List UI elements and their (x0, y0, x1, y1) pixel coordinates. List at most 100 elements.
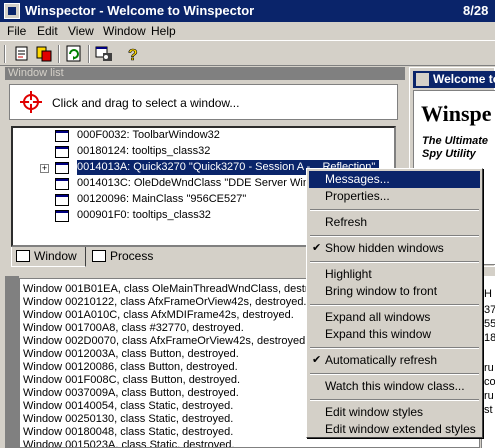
menu-item-refresh[interactable]: Refresh (309, 214, 480, 231)
window-finder-drag-area[interactable]: Click and drag to select a window... (9, 84, 398, 120)
log-entry[interactable]: Window 0015023A, class Static, destroyed… (23, 439, 235, 447)
process-tab-icon (92, 250, 106, 262)
menu-window[interactable]: Window (103, 24, 146, 38)
welcome-window-icon (416, 73, 429, 86)
log-entry[interactable]: Window 001B01EA, class OleMainThreadWndC… (23, 283, 335, 295)
window-finder-button[interactable] (12, 44, 32, 64)
crosshair-icon[interactable] (20, 91, 42, 113)
refresh-button[interactable] (64, 44, 84, 64)
copy-icon (36, 46, 52, 62)
checkmark-icon: ✔ (312, 242, 322, 254)
menu-item-highlight[interactable]: Highlight (309, 266, 480, 283)
toolbar-separator (88, 45, 90, 63)
tab-process[interactable]: Process (88, 247, 158, 267)
menu-item-expand-this[interactable]: Expand this window (309, 326, 480, 343)
menu-item-show-hidden-windows[interactable]: ✔ Show hidden windows (309, 240, 480, 257)
menu-item-expand-all[interactable]: Expand all windows (309, 309, 480, 326)
tree-item[interactable]: 00180124: tooltips_class32 (13, 144, 394, 160)
tree-item-label: 000901F0: tooltips_class32 (77, 209, 211, 221)
window-finder-icon (15, 46, 28, 61)
right-log-text: ru (484, 362, 494, 374)
window-icon (55, 194, 69, 206)
menu-separator (310, 235, 479, 237)
log-entry[interactable]: Window 00140054, class Static, destroyed… (23, 400, 233, 412)
menu-item-label: Show hidden windows (325, 241, 444, 255)
spy-icon (95, 46, 112, 61)
log-entry[interactable]: Window 002D0070, class AfxFrameOrView42s… (23, 335, 308, 347)
help-icon: ? (128, 47, 138, 65)
copy-button[interactable] (34, 44, 54, 64)
window-title: Winspector - Welcome to Winspector (25, 3, 255, 18)
right-log-panel: H 37 55 18 ru co ru st (481, 276, 495, 448)
menu-help[interactable]: Help (151, 24, 176, 38)
help-button[interactable]: ? (122, 44, 142, 65)
tab-process-label: Process (110, 249, 154, 263)
window-list-header: Window list (5, 67, 405, 80)
menu-item-edit-extended-styles[interactable]: Edit window extended styles (309, 421, 480, 438)
welcome-subtitle-line: The Ultimate (422, 135, 489, 147)
log-entry[interactable]: Window 00210122, class AfxFrameOrView42s… (23, 296, 307, 308)
menu-item-label: Automatically refresh (325, 353, 438, 367)
right-log-text: 18 (484, 332, 495, 344)
menu-item-edit-styles[interactable]: Edit window styles (309, 404, 480, 421)
right-log-text: ru (484, 390, 494, 402)
tree-item-label: 0014013C: OleDdeWndClass "DDE Server Win… (77, 177, 334, 189)
toolbar: ? (0, 40, 495, 66)
context-menu: Messages... Properties... Refresh ✔ Show… (306, 168, 483, 438)
log-entry[interactable]: Window 0012003A, class Button, destroyed… (23, 348, 239, 360)
right-log-text: 37 (484, 304, 495, 316)
menu-bar: File Edit View Window Help (0, 22, 495, 40)
log-entry[interactable]: Window 00180048, class Static, destroyed… (23, 426, 233, 438)
checkmark-icon: ✔ (312, 354, 322, 366)
welcome-window-title-bar[interactable]: Welcome to Winspector (413, 71, 495, 88)
menu-separator (310, 261, 479, 263)
clock-text: 8/28 (463, 3, 489, 18)
toolbar-separator (58, 45, 60, 63)
tab-window-label: Window (34, 249, 77, 263)
log-entry[interactable]: Window 001F008C, class Button, destroyed… (23, 374, 240, 386)
menu-edit[interactable]: Edit (37, 24, 58, 38)
window-icon (55, 178, 69, 190)
window-icon (55, 162, 69, 174)
tree-item-label: 00120096: MainClass "956CE527" (77, 193, 247, 205)
menu-separator (310, 373, 479, 375)
menu-view[interactable]: View (68, 24, 94, 38)
log-entry[interactable]: Window 0037009A, class Button, destroyed… (23, 387, 239, 399)
tree-item[interactable]: 000F0032: ToolbarWindow32 (13, 128, 394, 144)
refresh-icon (66, 45, 81, 62)
welcome-subtitle: The Ultimate Spy Utility (422, 135, 488, 161)
menu-separator (310, 209, 479, 211)
log-entry[interactable]: Window 001700A8, class #32770, destroyed… (23, 322, 244, 334)
expand-icon[interactable]: + (40, 164, 49, 173)
welcome-subtitle-line: Spy Utility (422, 148, 476, 160)
log-gutter (5, 276, 19, 448)
window-icon (55, 210, 69, 222)
welcome-heading: Winspe (421, 101, 492, 126)
right-log-text: co (484, 376, 495, 388)
log-entry[interactable]: Window 00250130, class Static, destroyed… (23, 413, 233, 425)
window-tab-icon (16, 250, 30, 262)
right-log-text: st (484, 404, 493, 416)
title-bar[interactable]: Winspector - Welcome to Winspector 8/28 (0, 0, 495, 22)
window-icon (55, 146, 69, 158)
menu-item-auto-refresh[interactable]: ✔ Automatically refresh (309, 352, 480, 369)
tree-item-label: 000F0032: ToolbarWindow32 (77, 129, 220, 141)
drag-instruction: Click and drag to select a window... (52, 96, 240, 110)
log-entry[interactable]: Window 00120086, class Button, destroyed… (23, 361, 238, 373)
svg-text:?: ? (128, 47, 138, 64)
tree-item-label: 00180124: tooltips_class32 (77, 145, 211, 157)
menu-item-properties[interactable]: Properties... (309, 188, 480, 205)
menu-item-messages[interactable]: Messages... (309, 171, 480, 188)
menu-item-watch-class[interactable]: Watch this window class... (309, 378, 480, 395)
right-log-text: H (484, 288, 492, 300)
right-log-text: 55 (484, 318, 495, 330)
menu-separator (310, 347, 479, 349)
welcome-window-title: Welcome to Winspector (433, 72, 495, 86)
window-icon (55, 130, 69, 142)
menu-file[interactable]: File (7, 24, 26, 38)
tab-window[interactable]: Window (11, 247, 86, 267)
spy-button[interactable] (94, 44, 114, 64)
app-icon (4, 3, 20, 19)
log-entry[interactable]: Window 001A010C, class AfxMDIFrame42s, d… (23, 309, 294, 321)
menu-item-bring-to-front[interactable]: Bring window to front (309, 283, 480, 300)
